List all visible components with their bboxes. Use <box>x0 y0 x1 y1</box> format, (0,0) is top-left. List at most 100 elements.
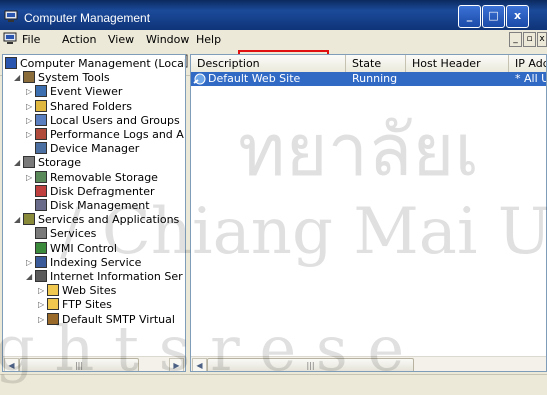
menu-action[interactable]: Action <box>62 33 96 46</box>
scroll-thumb[interactable]: ||| <box>19 358 139 371</box>
tree-item[interactable]: Disk Defragmenter <box>35 184 155 199</box>
scroll-right-button[interactable]: ▶ <box>169 358 184 371</box>
tree-item-label: Removable Storage <box>50 170 158 184</box>
collapse-toggle-icon[interactable]: ◢ <box>14 71 20 85</box>
expand-toggle-icon[interactable]: ▷ <box>26 128 32 142</box>
smtp-icon <box>47 312 59 325</box>
expand-toggle-icon[interactable]: ▷ <box>26 171 32 185</box>
tree-item-label: Device Manager <box>50 142 140 156</box>
menu-bar: File Action View Window Help _ ▫ x <box>0 30 547 49</box>
tree-item[interactable]: ▷ Performance Logs and A <box>26 128 184 142</box>
wmi-icon <box>35 241 47 254</box>
tree-item-label: Services and Applications <box>38 213 180 227</box>
expand-toggle-icon[interactable]: ▷ <box>26 100 32 114</box>
tree-item[interactable]: ▷ Removable Storage <box>26 170 158 185</box>
disk-management-icon <box>35 199 47 211</box>
menu-help[interactable]: Help <box>196 33 221 46</box>
collapse-toggle-icon[interactable]: ◢ <box>14 156 20 170</box>
site-description: Default Web Site <box>208 72 301 85</box>
mdi-child-icon[interactable] <box>3 32 17 45</box>
computer-management-icon <box>4 10 18 22</box>
shared-folders-icon <box>35 99 47 112</box>
tree-item-label: Indexing Service <box>50 255 142 269</box>
tree-item[interactable]: Services <box>35 227 96 241</box>
tree-item[interactable]: ▷ Local Users and Groups <box>26 113 180 128</box>
status-bar <box>0 374 547 395</box>
tree-item-label: Shared Folders <box>50 99 132 113</box>
maximize-button[interactable]: □ <box>482 5 505 28</box>
tree-item-label: Local Users and Groups <box>50 113 180 127</box>
services-apps-icon <box>23 213 35 226</box>
event-viewer-icon <box>35 85 47 98</box>
tree-item[interactable]: ▷ FTP Sites <box>38 298 112 312</box>
tree-item-label: Default SMTP Virtual <box>62 312 175 326</box>
indexing-icon <box>35 255 47 268</box>
tree-item-label: Event Viewer <box>50 85 123 99</box>
menu-file[interactable]: File <box>22 33 40 46</box>
removable-storage-icon <box>35 170 47 183</box>
services-icon <box>35 227 47 240</box>
tree-item-label: Services <box>50 227 97 241</box>
scroll-left-button[interactable]: ◀ <box>192 358 207 371</box>
tree-horizontal-scrollbar[interactable]: ◀ ||| ▶ <box>3 356 185 371</box>
mdi-restore-button[interactable]: ▫ <box>523 32 536 47</box>
iis-icon <box>35 270 47 282</box>
expand-toggle-icon[interactable]: ▷ <box>26 256 32 270</box>
mdi-minimize-button[interactable]: _ <box>509 32 522 47</box>
tree-item[interactable]: Disk Management <box>35 199 150 213</box>
tree-item[interactable]: Device Manager <box>35 142 139 156</box>
column-host-header[interactable]: Host Header Name <box>406 55 509 87</box>
expand-toggle-icon[interactable]: ▷ <box>26 85 32 99</box>
tree-item[interactable]: WMI Control <box>35 241 117 256</box>
tree-item[interactable]: ▷ Default SMTP Virtual <box>38 312 175 327</box>
tree-item[interactable]: ▷ Event Viewer <box>26 85 123 99</box>
tree-item-label: Disk Management <box>50 199 150 212</box>
scroll-thumb[interactable]: ||| <box>207 358 414 371</box>
title-bar[interactable]: Computer Management _ □ x <box>0 0 547 30</box>
site-ip-address: * All Ur <box>515 72 546 85</box>
tree-item[interactable]: ◢ Internet Information Ser <box>26 270 183 284</box>
collapse-toggle-icon[interactable]: ◢ <box>14 213 20 227</box>
tree-item[interactable]: ▷ Web Sites <box>38 284 117 298</box>
tree-item-label: Web Sites <box>62 284 117 298</box>
column-description[interactable]: Description <box>191 55 346 72</box>
storage-icon <box>23 156 35 169</box>
collapse-toggle-icon[interactable]: ◢ <box>26 270 32 284</box>
minimize-button[interactable]: _ <box>458 5 481 28</box>
window-title: Computer Management <box>24 11 151 25</box>
computer-icon <box>5 57 17 69</box>
site-state: Running <box>352 72 398 85</box>
tools-icon <box>23 71 35 84</box>
scroll-left-button[interactable]: ◀ <box>4 358 19 371</box>
tree-item-label: System Tools <box>38 71 110 85</box>
tree-item[interactable]: ◢ System Tools <box>14 71 110 85</box>
tree-item[interactable]: ◢ Services and Applications <box>14 213 180 227</box>
mdi-close-button[interactable]: x <box>537 32 547 47</box>
close-button[interactable]: x <box>506 5 529 28</box>
table-row[interactable]: Default Web Site Running * All Ur <box>191 72 546 86</box>
tree-item[interactable]: ◢ Storage <box>14 156 81 170</box>
expand-toggle-icon[interactable]: ▷ <box>26 114 32 128</box>
column-state[interactable]: State <box>346 55 406 72</box>
tree-item-label: Computer Management (Local) <box>20 57 186 70</box>
tree-item-label: WMI Control <box>50 241 117 255</box>
console-tree-pane[interactable]: Computer Management (Local) ◢ System Tools… <box>2 54 186 372</box>
users-icon <box>35 113 47 126</box>
tree-item[interactable]: ▷ Shared Folders <box>26 99 132 114</box>
device-manager-icon <box>35 142 47 155</box>
details-horizontal-scrollbar[interactable]: ◀ ||| <box>191 356 546 371</box>
tree-item[interactable]: Computer Management (Local) <box>5 57 186 71</box>
expand-toggle-icon[interactable]: ▷ <box>38 284 44 298</box>
menu-window[interactable]: Window <box>146 33 189 46</box>
details-pane[interactable]: Description State Host Header Name IP Ad… <box>190 54 547 372</box>
tree-item-label: FTP Sites <box>62 298 112 312</box>
tree-item-label: Internet Information Ser <box>50 270 183 283</box>
column-ip-address[interactable]: IP Add <box>509 55 546 72</box>
tree-item[interactable]: ▷ Indexing Service <box>26 255 142 270</box>
expand-toggle-icon[interactable]: ▷ <box>38 313 44 327</box>
folder-icon <box>47 284 59 297</box>
performance-icon <box>35 128 47 140</box>
expand-toggle-icon[interactable]: ▷ <box>38 298 44 312</box>
menu-view[interactable]: View <box>108 33 134 46</box>
tree-item-label: Disk Defragmenter <box>50 184 155 198</box>
